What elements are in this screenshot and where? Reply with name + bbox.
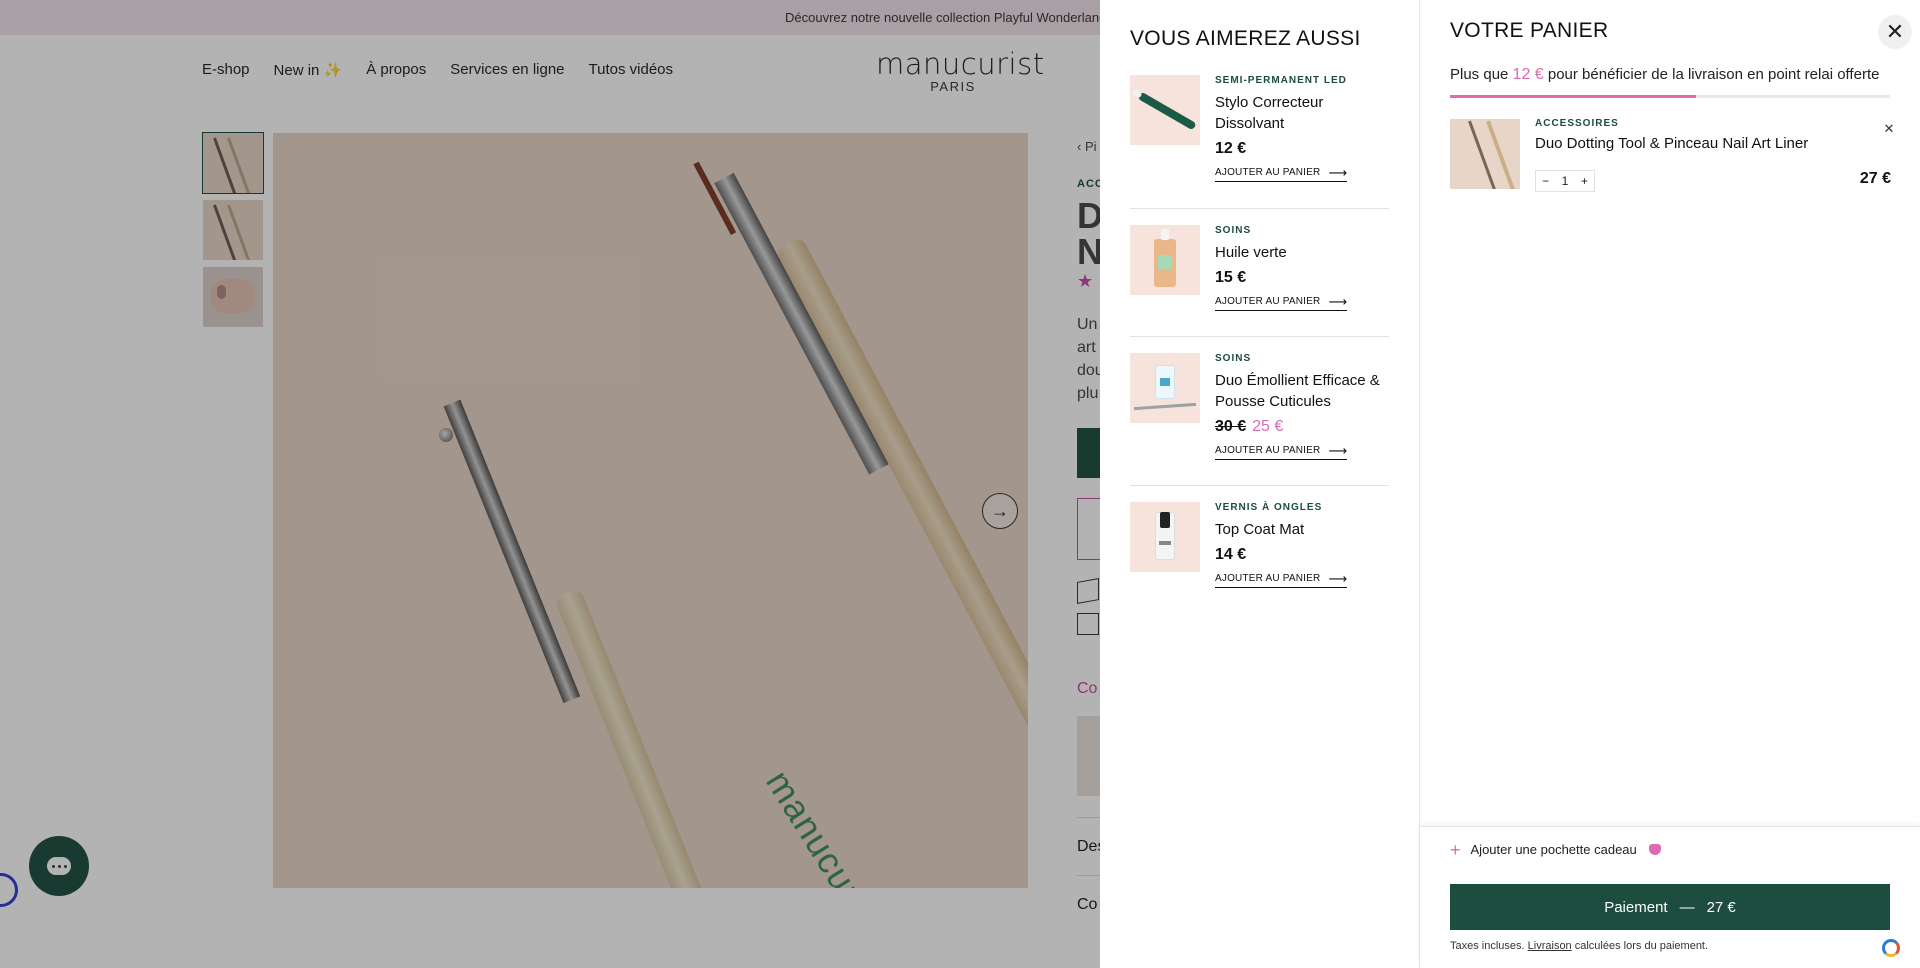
increase-quantity-button[interactable]: + — [1575, 174, 1594, 188]
cart-title: VOTRE PANIER — [1450, 19, 1609, 42]
reco-item-name[interactable]: Top Coat Mat — [1215, 519, 1390, 540]
checkout-button[interactable]: Paiement — 27 € — [1450, 884, 1890, 930]
taxes-suffix: calculées lors du paiement. — [1574, 940, 1709, 952]
shipping-progress-fill — [1450, 95, 1697, 98]
reco-item-category: Vernis à ongles — [1215, 502, 1323, 513]
reco-item-old-price: 30 € — [1215, 418, 1247, 435]
cart-item-price: 27 € — [1859, 170, 1891, 187]
payment-widget-icon[interactable] — [1877, 934, 1905, 962]
quantity-stepper: − 1 + — [1535, 170, 1595, 192]
add-to-cart-label: AJOUTER AU PANIER — [1215, 573, 1321, 584]
add-to-cart-label: AJOUTER AU PANIER — [1215, 167, 1321, 178]
free-shipping-message: Plus que 12 € pour bénéficier de la livr… — [1450, 66, 1879, 84]
reco-item-price: 14 € — [1215, 546, 1247, 563]
arrow-right-icon: ⟶ — [1328, 293, 1348, 309]
reco-item-name[interactable]: Huile verte — [1215, 242, 1390, 263]
reco-add-to-cart-button[interactable]: AJOUTER AU PANIER ⟶ — [1215, 570, 1348, 588]
close-icon: ✕ — [1885, 19, 1905, 44]
reco-item-name[interactable]: Stylo Correcteur Dissolvant — [1215, 92, 1390, 134]
cart-item-name[interactable]: Duo Dotting Tool & Pinceau Nail Art Line… — [1535, 135, 1808, 152]
reco-add-to-cart-button[interactable]: AJOUTER AU PANIER ⟶ — [1215, 293, 1348, 311]
cart-drawer: VOTRE PANIER ✕ Plus que 12 € pour bénéfi… — [1419, 0, 1920, 968]
reco-add-to-cart-button[interactable]: AJOUTER AU PANIER ⟶ — [1215, 442, 1348, 460]
corrector-pen-image[interactable] — [1130, 75, 1200, 145]
reco-item-name[interactable]: Duo Émollient Efficace & Pousse Cuticule… — [1215, 370, 1390, 412]
decrease-quantity-button[interactable]: − — [1536, 174, 1555, 188]
shipping-prefix: Plus que — [1450, 66, 1509, 83]
arrow-right-icon: ⟶ — [1328, 442, 1348, 458]
gift-wrap-label: Ajouter une pochette cadeau — [1470, 842, 1637, 857]
cart-item-category: ACCESSOIRES — [1535, 118, 1619, 129]
reco-item-sale-price: 25 € — [1252, 418, 1284, 435]
shipping-remaining-amount: 12 € — [1512, 66, 1544, 83]
shipping-suffix: pour bénéficier de la livraison en point… — [1547, 66, 1880, 83]
add-to-cart-label: AJOUTER AU PANIER — [1215, 445, 1321, 456]
oil-bottle-image[interactable] — [1130, 225, 1200, 295]
reco-item-category: Soins — [1215, 225, 1252, 236]
reco-item-price: 30 € 25 € — [1215, 418, 1390, 436]
taxes-note: Taxes incluses. Livraison calculées lors… — [1450, 940, 1708, 952]
cart-footer: + Ajouter une pochette cadeau Paiement —… — [1420, 826, 1920, 968]
arrow-right-icon: ⟶ — [1328, 570, 1348, 586]
cuticle-duo-image[interactable] — [1130, 353, 1200, 423]
reco-item-price: 12 € — [1215, 140, 1247, 157]
recommendations-panel: VOUS AIMEREZ AUSSI Semi-permanent LED St… — [1100, 0, 1419, 968]
close-cart-button[interactable]: ✕ — [1878, 15, 1912, 49]
close-icon: ✕ — [1883, 121, 1895, 136]
quantity-value[interactable]: 1 — [1555, 174, 1574, 188]
gift-heart-icon — [1648, 844, 1661, 855]
reco-item-price: 15 € — [1215, 269, 1247, 286]
remove-item-button[interactable]: ✕ — [1881, 121, 1897, 137]
gift-wrap-toggle[interactable]: + Ajouter une pochette cadeau — [1450, 839, 1661, 860]
top-coat-image[interactable] — [1130, 502, 1200, 572]
cart-item-image[interactable] — [1450, 119, 1520, 189]
reco-add-to-cart-button[interactable]: AJOUTER AU PANIER ⟶ — [1215, 164, 1348, 182]
reco-item-category: Semi-permanent LED — [1215, 75, 1347, 86]
divider — [1130, 336, 1389, 337]
plus-icon: + — [1450, 839, 1461, 860]
divider — [1130, 208, 1389, 209]
add-to-cart-label: AJOUTER AU PANIER — [1215, 296, 1321, 307]
reco-item-category: Soins — [1215, 353, 1252, 364]
checkout-total: 27 € — [1706, 898, 1736, 916]
taxes-prefix: Taxes incluses. — [1450, 940, 1525, 952]
checkout-separator: — — [1679, 898, 1695, 916]
shipping-progress-bar — [1450, 95, 1890, 98]
divider — [1130, 485, 1389, 486]
checkout-label: Paiement — [1604, 898, 1668, 916]
arrow-right-icon: ⟶ — [1328, 164, 1348, 180]
shipping-link[interactable]: Livraison — [1528, 940, 1572, 952]
recommendations-title: VOUS AIMEREZ AUSSI — [1130, 27, 1361, 50]
